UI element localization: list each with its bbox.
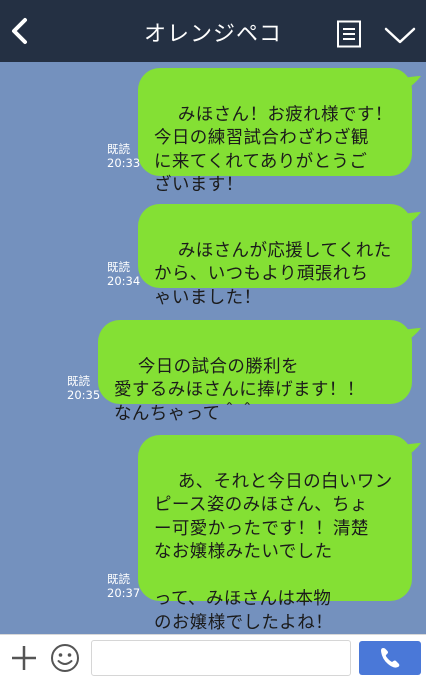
timestamp: 20:33 — [107, 156, 141, 170]
message-text: みほさん！お疲れ様です！ 今日の練習試合わざわざ観 に来てくれてありがとうご ざ… — [154, 104, 393, 196]
send-button[interactable] — [359, 641, 421, 675]
message-text: 今日の試合の勝利を 愛するみほさんに捧げます！！ なんちゃって＾＾ — [114, 356, 365, 424]
message-bubble[interactable]: みほさん！お疲れ様です！ 今日の練習試合わざわざ観 に来てくれてありがとうご ざ… — [138, 68, 421, 195]
message-input[interactable] — [91, 640, 351, 676]
bubble-tail — [403, 328, 421, 344]
chat-area[interactable]: 既読 20:33 みほさん！お疲れ様です！ 今日の練習試合わざわざ観 に来てくれ… — [0, 62, 426, 634]
message-bubble[interactable]: みほさんが応援してくれた から、いつもより頑張れち ゃいました！ — [138, 204, 421, 308]
message-text: みほさんが応援してくれた から、いつもより頑張れち ゃいました！ — [154, 240, 392, 308]
chevron-down-icon[interactable] — [383, 24, 417, 46]
message-meta: 既読 20:35 — [67, 374, 100, 402]
message-meta: 既読 20:33 — [107, 142, 140, 170]
message-bubble[interactable]: あ、それと今日の白いワン ピース姿のみほさん、ちょ ー可愛かったです！！清楚 な… — [138, 435, 421, 633]
read-label: 既読 — [67, 374, 90, 388]
bubble-tail — [403, 212, 421, 228]
timestamp: 20:34 — [107, 274, 141, 288]
read-label: 既読 — [107, 142, 130, 156]
chat-title: オレンジペコ — [143, 22, 282, 47]
read-label: 既読 — [107, 260, 130, 274]
smile-icon[interactable] — [50, 643, 80, 673]
read-label: 既読 — [107, 572, 130, 586]
input-bar — [0, 634, 426, 680]
message-meta: 既読 20:34 — [107, 260, 140, 288]
plus-icon[interactable] — [10, 644, 38, 672]
message-text: あ、それと今日の白いワン ピース姿のみほさん、ちょ ー可愛かったです！！清楚 な… — [154, 471, 393, 633]
message-meta: 既読 20:37 — [107, 572, 140, 600]
timestamp: 20:37 — [107, 586, 141, 600]
bubble-tail — [403, 443, 421, 459]
chat-header: オレンジペコ — [0, 0, 426, 62]
phone-icon — [381, 648, 400, 668]
timestamp: 20:35 — [67, 388, 101, 402]
message-bubble[interactable]: 今日の試合の勝利を 愛するみほさんに捧げます！！ なんちゃって＾＾ — [98, 320, 421, 424]
document-menu-icon[interactable] — [336, 20, 362, 48]
bubble-tail — [403, 76, 421, 92]
